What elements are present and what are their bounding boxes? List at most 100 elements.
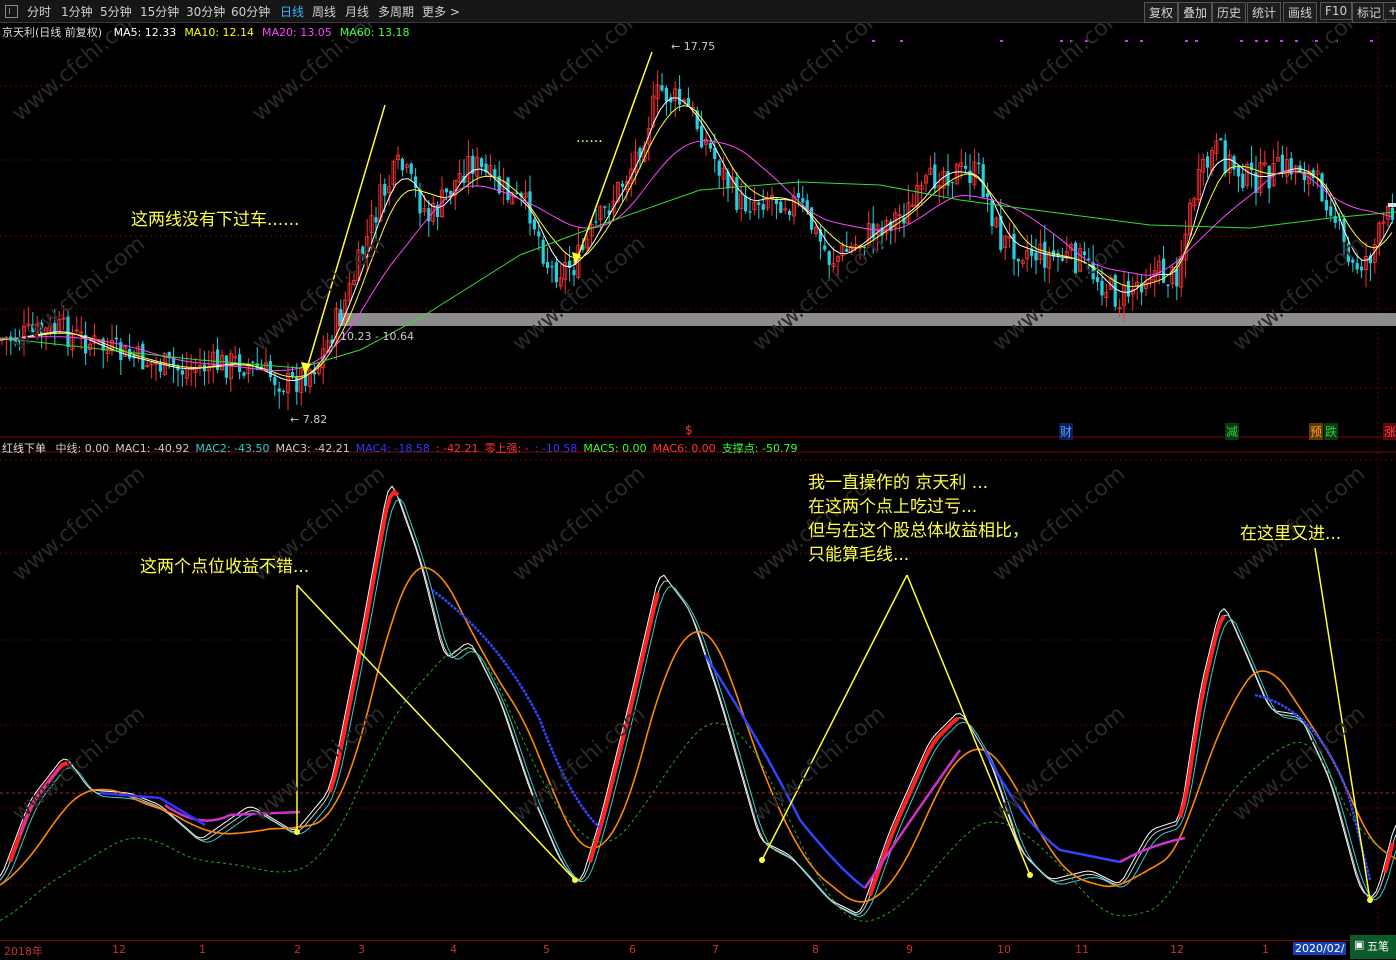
candle-body [845, 248, 849, 253]
date-label: 2 [294, 943, 301, 956]
stock-chart[interactable]: www.cfchi.com www.cfchi.com www.cfchi.com w… [0, 22, 1396, 940]
period-tab[interactable]: 更多 > [422, 3, 460, 20]
candle-body [1016, 258, 1020, 262]
indicator-value: MAC2: -43.50 [195, 442, 270, 455]
candle-body [1355, 262, 1359, 270]
annotation-loss-line4: 只能算毛线... [808, 545, 910, 565]
candle-body [1043, 241, 1047, 268]
indicator-value: MAC4: -18.58 [355, 442, 430, 455]
candle-body [664, 87, 668, 102]
candle-body [541, 239, 545, 264]
candle-body [1166, 284, 1170, 287]
candle-body [1113, 275, 1117, 307]
signal-finance: 财 [1059, 423, 1074, 440]
candle-body [251, 361, 255, 363]
range-label: 10.23 - 10.64 [340, 330, 414, 343]
date-label: 9 [906, 943, 913, 956]
tool-button[interactable]: 统计 [1247, 2, 1282, 23]
candle-body [1060, 258, 1064, 261]
watermark-text: www.cfchi.com [748, 231, 890, 356]
candle-body [273, 377, 277, 385]
date-label: 5 [543, 943, 550, 956]
candle-body [986, 193, 990, 198]
magenta-segment [863, 749, 962, 889]
period-tab[interactable]: 15分钟 [140, 3, 179, 20]
candle-body [158, 363, 162, 372]
candle-body [1223, 140, 1227, 174]
annotation-good-points: 这两个点位收益不错... [140, 557, 310, 577]
watermark-text: www.cfchi.com [748, 22, 890, 127]
period-tab[interactable]: 多周期 [378, 3, 414, 20]
watermark-text: www.cfchi.com [508, 701, 650, 826]
candle-body [761, 204, 765, 211]
period-toolbar: 分时 1分钟 5分钟 15分钟 30分钟 60分钟 日线 周线 月线 多周期 更多 > 复权 叠加 历史… [0, 0, 1396, 23]
period-tab[interactable]: 30分钟 [186, 3, 225, 20]
watermark-text: www.cfchi.com [508, 461, 650, 586]
signal-tick [1060, 40, 1063, 42]
candle-body [700, 125, 704, 148]
ma5-line [0, 97, 1393, 382]
watermark-text: www.cfchi.com [508, 22, 650, 127]
range-band [338, 313, 1396, 326]
period-tab[interactable]: 分时 [27, 3, 51, 20]
candle-body [493, 169, 497, 178]
ma-value: MA10: 12.14 [184, 26, 255, 39]
candle-body [796, 193, 800, 198]
date-label: 11 [1075, 943, 1089, 956]
tool-button[interactable]: + [1383, 2, 1396, 20]
tool-button[interactable]: 历史 [1212, 2, 1247, 23]
tool-button[interactable]: 标记 [1352, 2, 1387, 23]
ma-value: MA20: 13.05 [262, 26, 332, 39]
period-tab[interactable]: 60分钟 [231, 3, 270, 20]
tool-button[interactable]: 复权 [1144, 2, 1179, 23]
arrow-head [1027, 872, 1033, 878]
tool-button[interactable]: 叠加 [1178, 2, 1213, 23]
high-price-label: ← 17.75 [671, 40, 716, 53]
candle-body [546, 262, 550, 269]
candle-body [114, 337, 118, 340]
date-label: 2018年 [4, 945, 43, 958]
date-label: 7 [712, 943, 719, 956]
signal-tick [1140, 40, 1143, 42]
indicator-value: : -42.21 [435, 442, 479, 455]
candle-body [708, 142, 712, 149]
period-tab[interactable]: 5分钟 [100, 3, 132, 20]
signal-tick [900, 40, 903, 42]
tool-button[interactable]: 画线 [1283, 2, 1318, 23]
period-tab[interactable]: 1分钟 [61, 3, 93, 20]
arrow-head [759, 857, 765, 863]
candle-body [180, 370, 184, 375]
candle-body [572, 269, 576, 276]
ma-legend: 京天利(日线 前复权) MA5: 12.33 MA10: 12.14 MA20: 1… [2, 24, 409, 40]
candle-body [1012, 233, 1016, 260]
menu-icon[interactable] [5, 5, 18, 18]
candle-body [594, 221, 598, 223]
candle-body [678, 88, 682, 105]
indicator-value: MAC3: -42.21 [275, 442, 350, 455]
watermark-text: www.cfchi.com [8, 701, 150, 826]
date-label: 1 [1262, 943, 1269, 956]
candle-body [1241, 173, 1245, 188]
period-tab[interactable]: 周线 [312, 3, 336, 20]
five-stroke-button[interactable]: ▣ 五笔 [1350, 935, 1396, 959]
candle-body [1390, 207, 1394, 220]
signal-tick [1295, 40, 1298, 42]
candle-body [620, 183, 624, 187]
candle-body [1219, 138, 1223, 141]
tool-button[interactable]: F10 [1320, 2, 1353, 20]
signal-tick [872, 40, 875, 42]
annotation-loss-line2: 在这两个点上吃过亏... [808, 497, 978, 517]
candle-body [1034, 252, 1038, 261]
annotation-loss-line3: 但与在这个股总体收益相比， [808, 521, 1029, 541]
date-label: 12 [1170, 943, 1184, 956]
candle-body [1100, 280, 1104, 296]
period-tab[interactable]: 月线 [345, 3, 369, 20]
candle-body [660, 85, 664, 91]
candle-body [1236, 166, 1240, 177]
last-price-marker [1388, 203, 1396, 207]
candle-body [537, 231, 541, 237]
signal-fall: 跌 [1324, 423, 1339, 440]
date-label: 3 [358, 943, 365, 956]
date-axis: 2018年 12 1 2 3 4 5 6 7 8 9 10 11 12 1 2020/02/ [0, 940, 1396, 960]
period-tab[interactable]: 日线 [280, 3, 304, 20]
